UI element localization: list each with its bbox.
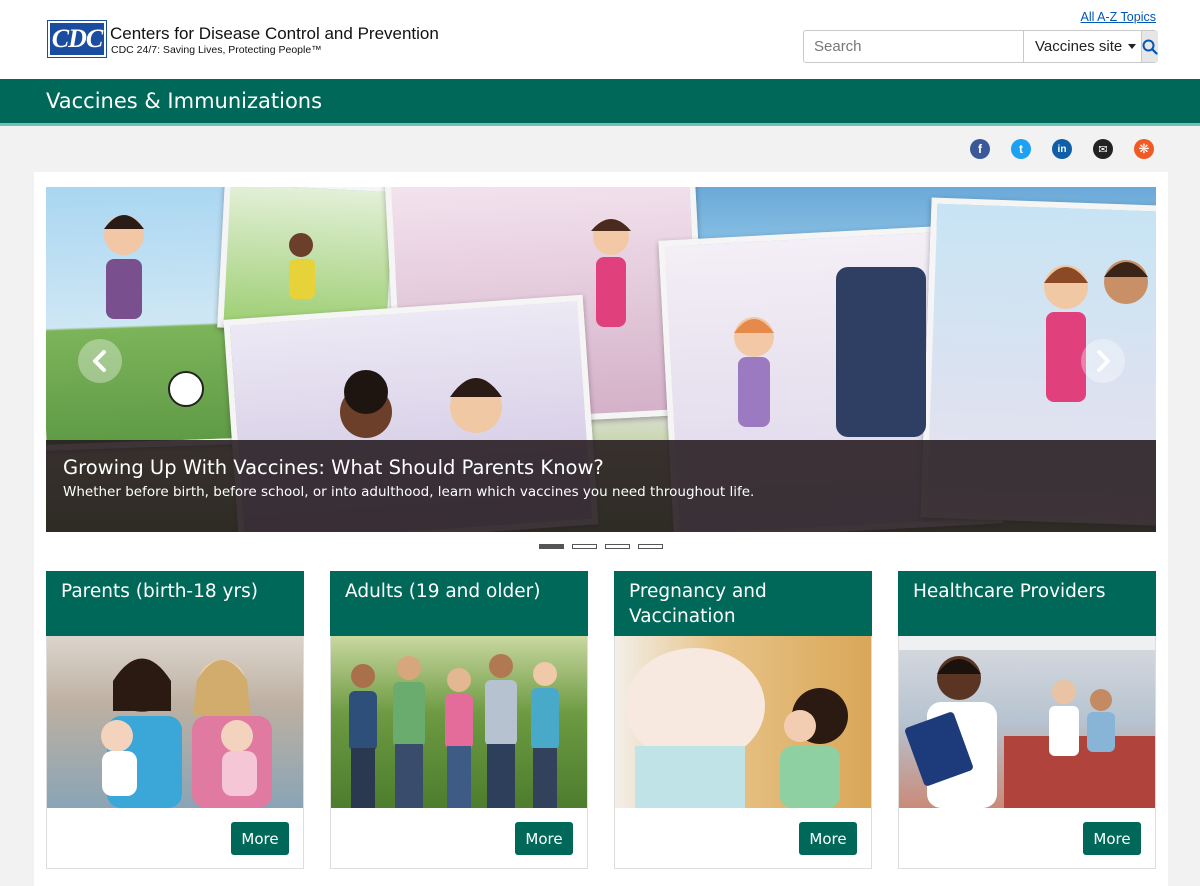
search-bar: Vaccines site: [803, 30, 1158, 63]
email-icon[interactable]: ✉: [1093, 139, 1113, 159]
main-content: Growing Up With Vaccines: What Should Pa…: [34, 172, 1168, 886]
more-button[interactable]: More: [1083, 822, 1141, 855]
photo-child-with-pregnant-mother: [625, 648, 848, 808]
carousel-next-button[interactable]: [1081, 339, 1125, 383]
photo-healthcare-worker: [899, 636, 1155, 808]
card-image-healthcare: [899, 636, 1155, 808]
photo-group-of-adults: [349, 654, 559, 808]
twitter-icon[interactable]: t: [1011, 139, 1031, 159]
carousel-prev-button[interactable]: [78, 339, 122, 383]
card-header[interactable]: Pregnancy and Vaccination: [614, 571, 872, 636]
card-pregnancy: Pregnancy and Vaccination More: [614, 571, 872, 869]
page-title: Vaccines & Immunizations: [46, 89, 323, 113]
carousel-indicators: [539, 544, 663, 549]
facebook-icon[interactable]: f: [970, 139, 990, 159]
card-header[interactable]: Parents (birth-18 yrs): [46, 571, 304, 636]
card-image-pregnancy: [615, 636, 871, 808]
card-adults: Adults (19 and older) More: [330, 571, 588, 869]
more-button[interactable]: More: [799, 822, 857, 855]
card-healthcare-providers: Healthcare Providers More: [898, 571, 1156, 869]
carousel-indicator[interactable]: [572, 544, 597, 549]
card-title: Parents (birth-18 yrs): [61, 581, 258, 602]
card-title: Pregnancy and Vaccination: [629, 581, 767, 627]
search-button[interactable]: [1141, 31, 1158, 62]
card-title: Adults (19 and older): [345, 581, 541, 602]
card-image-adults: [331, 636, 587, 808]
brand-name[interactable]: Centers for Disease Control and Preventi…: [110, 24, 439, 44]
card-parents: Parents (birth-18 yrs) More: [46, 571, 304, 869]
site-header: CDC Centers for Disease Control and Prev…: [0, 0, 1200, 79]
carousel-indicator[interactable]: [638, 544, 663, 549]
card-image-parents: [47, 636, 303, 808]
search-input[interactable]: [804, 31, 1023, 62]
brand-tagline: CDC 24/7: Saving Lives, Protecting Peopl…: [111, 44, 322, 56]
card-header[interactable]: Healthcare Providers: [898, 571, 1156, 636]
cdc-logo-text: CDC: [51, 24, 103, 53]
cdc-logo[interactable]: CDC: [47, 20, 107, 58]
linkedin-icon[interactable]: in: [1052, 139, 1072, 159]
carousel-caption-title[interactable]: Growing Up With Vaccines: What Should Pa…: [63, 456, 604, 479]
more-button[interactable]: More: [231, 822, 289, 855]
caret-down-icon: [1128, 44, 1137, 49]
card-header[interactable]: Adults (19 and older): [330, 571, 588, 636]
social-share-bar: f t in ✉ ❋: [970, 139, 1154, 159]
carousel-caption-text: Whether before birth, before school, or …: [63, 484, 755, 500]
site-scope-label: Vaccines site: [1035, 38, 1123, 55]
more-button[interactable]: More: [515, 822, 573, 855]
card-title: Healthcare Providers: [913, 581, 1106, 602]
syndicate-icon[interactable]: ❋: [1134, 139, 1154, 159]
carousel-indicator[interactable]: [539, 544, 564, 549]
hero-carousel[interactable]: Growing Up With Vaccines: What Should Pa…: [46, 187, 1156, 532]
section-title-bar: Vaccines & Immunizations: [0, 79, 1200, 126]
search-icon: [1142, 39, 1158, 55]
carousel-indicator[interactable]: [605, 544, 630, 549]
site-scope-dropdown[interactable]: Vaccines site: [1023, 31, 1141, 62]
chevron-left-icon: [93, 350, 106, 372]
chevron-right-icon: [1097, 350, 1110, 372]
all-az-topics-link[interactable]: All A-Z Topics: [1081, 10, 1157, 24]
photo-mothers-with-babies: [101, 658, 272, 808]
